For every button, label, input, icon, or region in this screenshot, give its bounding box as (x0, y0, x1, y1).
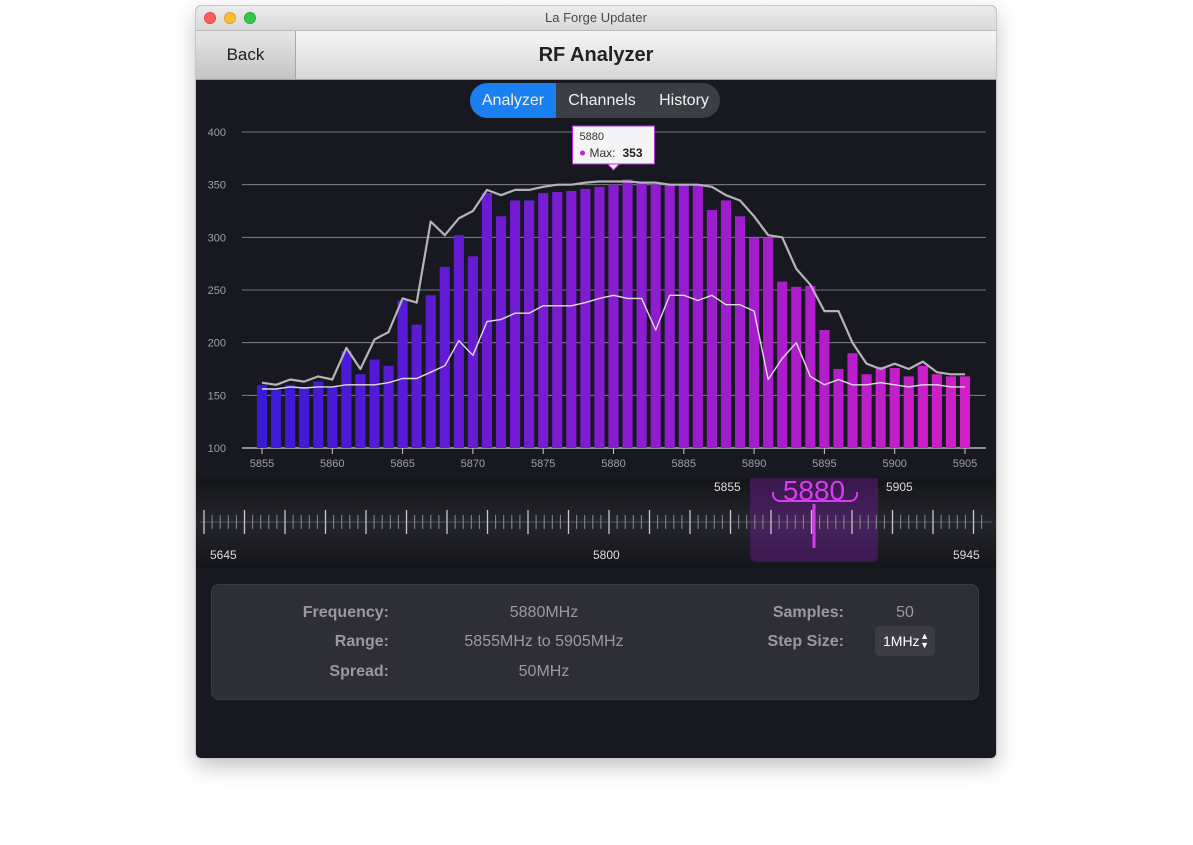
view-tabs: Analyzer Channels History (470, 83, 720, 118)
x-tick-label: 5880 (601, 458, 625, 470)
navigation-bar: Back RF Analyzer (196, 31, 996, 80)
x-tick-label: 5890 (742, 458, 766, 470)
spectrum-bar (594, 186, 605, 449)
x-tick-label: 5875 (531, 458, 555, 470)
spectrum-bar (819, 330, 830, 448)
scan-info-panel: Frequency: 5880MHz Range: 5855MHz to 590… (211, 584, 979, 700)
spectrum-bar (327, 386, 338, 448)
spectrum-bar (270, 390, 282, 448)
back-button[interactable]: Back (196, 31, 296, 79)
spectrum-bar (622, 179, 633, 448)
spectrum-bar (439, 266, 450, 448)
x-tick-label: 5860 (320, 458, 344, 470)
spectrum-bar (341, 351, 352, 448)
spectrum-bar (566, 190, 577, 448)
dial-center-frequency: 5880 (782, 475, 846, 506)
step-size-value: 1MHz (883, 633, 920, 649)
spectrum-bar (763, 237, 774, 448)
spectrum-bar (313, 381, 324, 448)
spectrum-bar (847, 353, 858, 448)
zoom-window-button[interactable] (244, 12, 256, 24)
spectrum-bar (650, 184, 661, 448)
samples-label: Samples: (772, 604, 844, 621)
spectrum-bar (734, 216, 746, 448)
spectrum-bar (608, 184, 619, 448)
y-tick-label: 150 (208, 390, 226, 402)
x-tick-label: 5855 (250, 458, 274, 470)
tooltip-series-dot-icon (580, 150, 585, 156)
dial-tick-scale (200, 504, 992, 548)
spread-value: 50MHz (518, 663, 570, 680)
spectrum-bar (692, 184, 703, 448)
frequency-value: 5880MHz (509, 604, 579, 621)
frequency-label: Frequency: (302, 604, 389, 621)
step-size-select[interactable]: 1MHz ▲ ▼ (875, 626, 935, 656)
spectrum-bar (706, 209, 717, 448)
y-tick-label: 100 (208, 443, 226, 455)
y-tick-label: 200 (208, 338, 226, 350)
dial-window-min-label: 5855 (714, 480, 741, 494)
app-window: La Forge Updater Back RF Analyzer Analyz… (196, 6, 996, 758)
dial-scale-mid-label: 5800 (593, 548, 620, 562)
title-bar: La Forge Updater (196, 6, 996, 31)
minimize-window-button[interactable] (224, 12, 236, 24)
x-tick-label: 5870 (461, 458, 485, 470)
spectrum-bar (411, 324, 422, 448)
select-arrows-icon: ▲ ▼ (920, 631, 929, 650)
close-window-button[interactable] (204, 12, 216, 24)
y-tick-label: 400 (208, 127, 226, 139)
tooltip-series-label: Max: (590, 146, 616, 160)
tab-channels[interactable]: Channels (556, 83, 648, 118)
spread-label: Spread: (329, 663, 389, 680)
spectrum-bar (510, 200, 521, 448)
dial-scale-min-label: 5645 (210, 548, 237, 562)
spectrum-bar (889, 367, 900, 448)
spectrum-chart: 100 150 200 250 300 350 400 5855 5860 5865 5870 587… (208, 125, 986, 470)
spectrum-bar (369, 359, 380, 448)
tooltip-value: 353 (623, 146, 643, 160)
y-tick-label: 300 (208, 232, 226, 244)
spectrum-bar (383, 365, 394, 448)
spectrum-bar (678, 184, 689, 448)
spectrum-bar (664, 184, 675, 448)
dial-window-max-label: 5905 (886, 480, 913, 494)
spectrum-bar (552, 192, 563, 448)
step-size-label: Step Size: (767, 633, 844, 650)
data-tooltip: 5880 Max: 353 (572, 125, 655, 171)
spectrum-bar (720, 200, 732, 448)
x-tick-label: 5895 (812, 458, 836, 470)
spectrum-bar (285, 384, 296, 448)
y-tick-label: 350 (208, 180, 226, 192)
x-tick-label: 5885 (672, 458, 696, 470)
dial-bracket-marker (772, 492, 858, 502)
x-tick-label: 5900 (882, 458, 906, 470)
x-tick-label: 5865 (390, 458, 414, 470)
range-value: 5855MHz to 5905MHz (464, 633, 624, 650)
spectrum-bar (875, 366, 886, 448)
tab-history[interactable]: History (648, 83, 720, 118)
spectrum-bar (538, 193, 549, 448)
spectrum-bar (299, 386, 310, 448)
spectrum-bar (256, 384, 268, 448)
spectrum-bar (580, 188, 591, 448)
range-label: Range: (334, 633, 389, 650)
spectrum-bar (397, 300, 408, 448)
window-title: La Forge Updater (545, 10, 647, 25)
spectrum-bar (791, 286, 802, 448)
tab-analyzer[interactable]: Analyzer (470, 83, 556, 118)
frequency-dial[interactable]: 5855 5905 5880 5645 5800 5945 (196, 475, 996, 568)
spectrum-bar (749, 237, 760, 448)
samples-value: 50 (896, 604, 914, 621)
x-tick-label: 5905 (953, 458, 977, 470)
spectrum-bar (636, 182, 647, 448)
spectrum-bar (917, 365, 928, 448)
tooltip-pointer (606, 163, 621, 171)
tooltip-x-label: 5880 (580, 131, 604, 143)
y-tick-label: 250 (208, 285, 226, 297)
dial-scale-max-label: 5945 (953, 548, 980, 562)
spectrum-bar (524, 200, 535, 448)
page-title: RF Analyzer (538, 44, 654, 66)
spectrum-bar (495, 216, 507, 448)
